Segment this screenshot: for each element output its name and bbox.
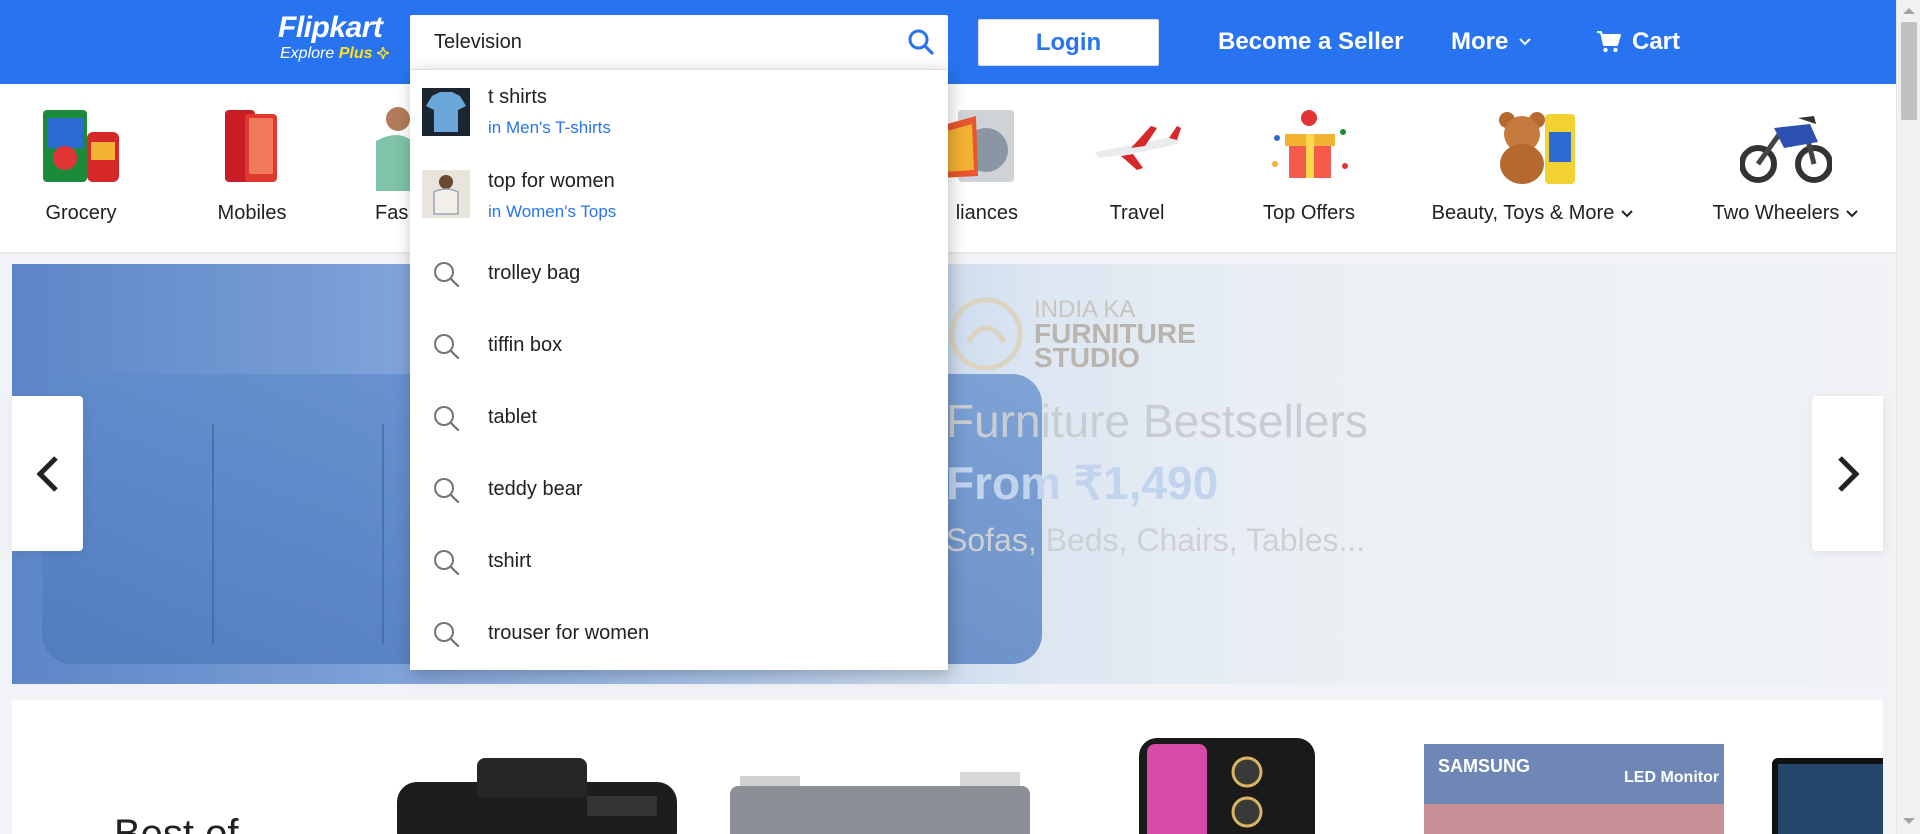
travel-image bbox=[1089, 98, 1185, 194]
category-beauty-toys[interactable]: Beauty, Toys & More bbox=[1429, 84, 1637, 252]
suggestion-item[interactable]: trolley bag bbox=[410, 238, 948, 310]
more-label: More bbox=[1451, 28, 1509, 55]
category-bar: Grocery Mobiles Fas liances Travel Top O… bbox=[0, 84, 1896, 252]
scroll-thumb[interactable] bbox=[1901, 22, 1917, 120]
suggestion-item[interactable]: tshirt bbox=[410, 526, 948, 598]
cart-link[interactable]: Cart bbox=[1596, 26, 1680, 58]
category-label: Beauty, Toys & More bbox=[1432, 202, 1635, 225]
banner-title: Furniture Bestsellers bbox=[946, 395, 1368, 447]
banner-subtitle: Sofas, Beds, Chairs, Tables... bbox=[946, 522, 1366, 558]
search-icon bbox=[434, 478, 460, 504]
top-offers-image bbox=[1261, 98, 1357, 194]
category-label: Travel bbox=[1109, 202, 1165, 224]
suggestion-text: top for women bbox=[488, 170, 615, 192]
category-mobiles[interactable]: Mobiles bbox=[204, 84, 300, 252]
printer-product-image[interactable] bbox=[730, 772, 1030, 834]
svg-text:LED Monitor: LED Monitor bbox=[1624, 769, 1719, 786]
suggestion-item[interactable]: trouser for women bbox=[410, 598, 948, 670]
suggestion-text: t shirts bbox=[488, 86, 547, 108]
monitor-product-image[interactable]: SAMSUNG LED Monitor bbox=[1424, 744, 1724, 834]
banner-price: From ₹1,490 bbox=[946, 457, 1219, 509]
suggestion-item[interactable]: t shirts in Men's T-shirts bbox=[410, 70, 948, 154]
logo-tag-plus: Plus bbox=[338, 45, 373, 62]
search-input[interactable] bbox=[410, 15, 880, 69]
suggestion-text: trolley bag bbox=[488, 262, 581, 284]
flipkart-logo[interactable]: Flipkart Explore Plus bbox=[278, 12, 398, 68]
search-icon bbox=[434, 622, 460, 648]
cart-label: Cart bbox=[1632, 28, 1681, 55]
chevron-left-icon bbox=[35, 455, 58, 492]
suggestion-text: tiffin box bbox=[488, 334, 563, 356]
suggestion-item[interactable]: top for women in Women's Tops bbox=[410, 154, 948, 238]
best-of-title: Best of bbox=[114, 812, 239, 834]
search-icon bbox=[434, 406, 460, 432]
more-menu[interactable]: More bbox=[1451, 26, 1532, 58]
search-icon bbox=[908, 29, 934, 55]
best-of-section: Best of SAMSUNG LED Monitor bbox=[12, 700, 1883, 834]
carousel-next-button[interactable] bbox=[1812, 396, 1883, 551]
suggestion-category: in Men's T-shirts bbox=[488, 118, 611, 137]
category-label: Top Offers bbox=[1263, 202, 1355, 224]
become-seller-link[interactable]: Become a Seller bbox=[1218, 26, 1403, 58]
category-grocery[interactable]: Grocery bbox=[33, 84, 129, 252]
suggestion-text: tablet bbox=[488, 406, 537, 428]
studio-emblem-icon bbox=[949, 297, 1023, 371]
suggestion-text: trouser for women bbox=[488, 622, 650, 644]
search-button[interactable] bbox=[904, 25, 938, 59]
phone-product-image[interactable] bbox=[1137, 736, 1317, 834]
studio-text: INDIA KA FURNITURE STUDIO bbox=[1034, 298, 1196, 373]
category-two-wheelers[interactable]: Two Wheelers bbox=[1708, 84, 1864, 252]
mobiles-image bbox=[204, 98, 300, 194]
category-label: Grocery bbox=[45, 202, 117, 224]
laptop-product-image[interactable] bbox=[1772, 758, 1883, 834]
sofa-seam bbox=[212, 424, 214, 644]
plus-star-icon bbox=[374, 44, 392, 62]
category-label: Mobiles bbox=[217, 202, 287, 224]
scroll-down-arrow-icon[interactable] bbox=[1903, 818, 1915, 824]
top-header: Flipkart Explore Plus Login Become a Sel… bbox=[0, 0, 1896, 84]
two-wheelers-label: Two Wheelers bbox=[1712, 202, 1840, 224]
furniture-studio-logo: INDIA KA FURNITURE STUDIO bbox=[946, 294, 1236, 374]
studio-line3: STUDIO bbox=[1034, 342, 1140, 373]
search-icon bbox=[434, 262, 460, 288]
page-scrollbar[interactable] bbox=[1896, 0, 1920, 834]
category-label: liances bbox=[955, 202, 1018, 224]
search-icon bbox=[434, 334, 460, 360]
category-top-offers[interactable]: Top Offers bbox=[1259, 84, 1359, 252]
svg-text:SAMSUNG: SAMSUNG bbox=[1438, 756, 1530, 776]
cart-icon bbox=[1597, 31, 1621, 53]
suggestion-text: teddy bear bbox=[488, 478, 583, 500]
become-seller-label: Become a Seller bbox=[1218, 28, 1404, 55]
camera-product-image[interactable] bbox=[387, 752, 687, 834]
suggestion-category: in Women's Tops bbox=[488, 202, 617, 221]
logo-tagline: Explore Plus bbox=[280, 44, 398, 64]
search-box bbox=[410, 15, 948, 69]
suggestion-text: tshirt bbox=[488, 550, 532, 572]
sofa-seam bbox=[382, 424, 384, 644]
chevron-down-icon bbox=[1519, 38, 1532, 46]
beauty-toys-image bbox=[1485, 98, 1581, 194]
login-button[interactable]: Login bbox=[978, 19, 1159, 66]
search-icon bbox=[434, 550, 460, 576]
womens-top-thumbnail bbox=[422, 170, 470, 218]
suggestion-item[interactable]: teddy bear bbox=[410, 454, 948, 526]
beauty-toys-label: Beauty, Toys & More bbox=[1431, 202, 1615, 224]
category-label: Fas bbox=[375, 202, 409, 224]
grocery-image bbox=[33, 98, 129, 194]
chevron-down-icon bbox=[1621, 209, 1634, 217]
suggestion-item[interactable]: tiffin box bbox=[410, 310, 948, 382]
search-suggestions-dropdown: t shirts in Men's T-shirts top for women… bbox=[410, 69, 948, 670]
tshirt-thumbnail bbox=[422, 88, 470, 136]
chevron-down-icon bbox=[1846, 209, 1859, 217]
suggestion-item[interactable]: tablet bbox=[410, 382, 948, 454]
category-travel[interactable]: Travel bbox=[1089, 84, 1185, 252]
two-wheelers-image bbox=[1738, 98, 1834, 194]
category-label: Two Wheelers bbox=[1713, 202, 1860, 225]
carousel-prev-button[interactable] bbox=[12, 396, 83, 551]
logo-name: Flipkart bbox=[278, 11, 383, 44]
logo-tag-prefix: Explore bbox=[280, 45, 339, 62]
scroll-up-arrow-icon[interactable] bbox=[1903, 8, 1915, 14]
chevron-right-icon bbox=[1837, 455, 1860, 492]
